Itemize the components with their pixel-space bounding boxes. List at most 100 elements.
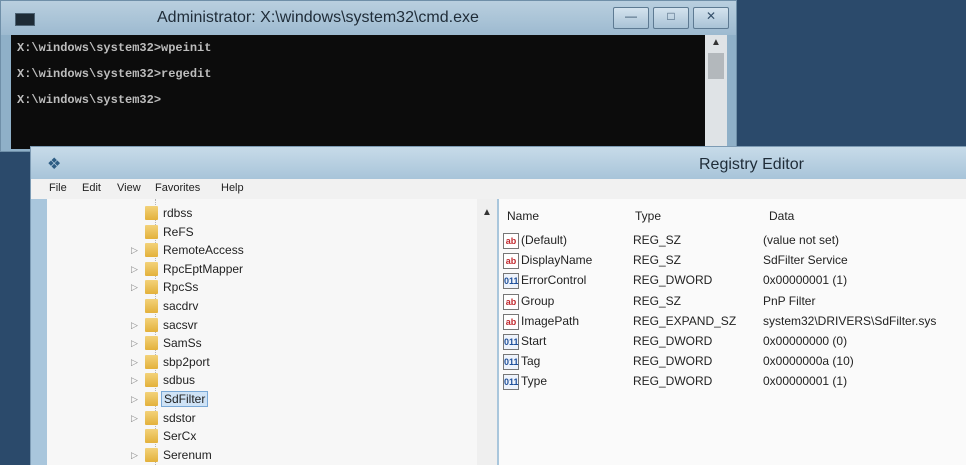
scroll-up-icon[interactable]: ▲ — [705, 37, 727, 48]
string-value-icon: ab — [503, 233, 519, 249]
tree-item-label: Serenum — [163, 447, 212, 462]
folder-icon — [145, 410, 158, 425]
expand-arrow-icon[interactable]: ▷ — [131, 245, 138, 256]
value-data: 0x00000000 (0) — [763, 334, 848, 348]
value-name: ErrorControl — [521, 273, 587, 288]
value-data: (value not set) — [763, 233, 840, 247]
value-name: Start — [521, 334, 547, 348]
tree-item-label: SdFilter — [161, 391, 209, 407]
expand-arrow-icon[interactable]: ▷ — [131, 413, 138, 424]
value-type: REG_SZ — [633, 293, 682, 308]
value-name: Type — [521, 374, 548, 389]
tree-item-label: sdbus — [163, 373, 196, 388]
tree-item-label: sacdrv — [163, 299, 199, 313]
binary-value-icon: 011 — [503, 354, 519, 371]
value-name: ImagePath — [521, 313, 580, 328]
value-data: system32\DRIVERS\SdFilter.sys — [763, 313, 937, 328]
tree-item-label: rdbss — [163, 206, 193, 220]
close-icon: ✕ — [705, 9, 717, 23]
folder-icon — [145, 299, 158, 313]
expand-arrow-icon[interactable]: ▷ — [131, 375, 138, 386]
registry-value-row[interactable]: 011 Start REG_DWORD 0x00000000 (0) — [499, 332, 966, 352]
value-data: 0x00000001 (1) — [763, 374, 848, 389]
column-header-data[interactable]: Data — [769, 209, 794, 223]
console-icon[interactable] — [15, 13, 35, 26]
expand-arrow-icon[interactable]: ▷ — [131, 450, 138, 461]
minimize-button[interactable]: — — [613, 7, 649, 29]
folder-icon — [145, 447, 158, 462]
value-data: PnP Filter — [763, 293, 816, 308]
value-name: (Default) — [521, 233, 568, 247]
folder-icon — [145, 280, 158, 295]
binary-value-icon: 011 — [503, 374, 519, 391]
string-value-icon: ab — [503, 293, 519, 310]
folder-icon — [145, 224, 158, 239]
folder-icon — [145, 373, 158, 388]
console-scrollbar[interactable]: ▲ — [705, 35, 727, 149]
folder-icon — [145, 206, 158, 220]
cmd-window: Administrator: X:\windows\system32\cmd.e… — [0, 0, 737, 152]
menu-favorites[interactable]: Favorites — [155, 182, 200, 194]
value-type: REG_DWORD — [633, 374, 713, 389]
menu-file[interactable]: File — [49, 182, 67, 194]
value-type: REG_DWORD — [633, 273, 713, 288]
column-header-name[interactable]: Name — [507, 209, 539, 223]
registry-value-row[interactable]: 011 Type REG_DWORD 0x00000001 (1) — [499, 372, 966, 392]
expand-arrow-icon[interactable]: ▷ — [131, 394, 138, 405]
expand-arrow-icon[interactable]: ▷ — [131, 338, 138, 349]
expand-arrow-icon[interactable]: ▷ — [131, 320, 138, 331]
registry-value-row[interactable]: 011 Tag REG_DWORD 0x0000000a (10) — [499, 352, 966, 372]
regedit-titlebar[interactable]: ❖ Registry Editor — [31, 147, 966, 179]
scroll-up-icon[interactable]: ▲ — [477, 207, 497, 218]
column-header-type[interactable]: Type — [635, 209, 661, 223]
tree-item-label: SamSs — [163, 336, 202, 351]
registry-value-row[interactable]: ab ImagePath REG_EXPAND_SZ system32\DRIVERS… — [499, 312, 966, 332]
scroll-thumb[interactable] — [708, 53, 724, 79]
tree-item-label: sdstor — [163, 410, 196, 425]
regedit-window-title: Registry Editor — [699, 156, 804, 173]
value-type: REG_SZ — [633, 233, 682, 247]
values-pane[interactable]: Name Type Data ab (Default) REG_SZ (value n… — [499, 199, 966, 465]
value-name: Tag — [521, 354, 541, 369]
maximize-button[interactable]: □ — [653, 7, 689, 29]
registry-value-row[interactable]: ab (Default) REG_SZ (value not set) — [499, 231, 966, 251]
menu-bar: File Edit View Favorites Help — [31, 179, 966, 199]
registry-value-row[interactable]: 011 ErrorControl REG_DWORD 0x00000001 (1) — [499, 271, 966, 291]
value-data: 0x0000000a (10) — [763, 354, 854, 369]
folder-icon — [145, 261, 158, 276]
value-type: REG_SZ — [633, 253, 682, 268]
expand-arrow-icon[interactable]: ▷ — [131, 264, 138, 275]
tree-scrollbar[interactable]: ▲ — [477, 199, 497, 465]
binary-value-icon: 011 — [503, 334, 519, 350]
value-data: 0x00000001 (1) — [763, 273, 848, 288]
menu-help[interactable]: Help — [221, 182, 244, 194]
console-output[interactable]: X:\windows\system32>wpeinit X:\windows\s… — [11, 35, 705, 149]
console-prompt[interactable]: X:\windows\system32> — [11, 87, 705, 113]
folder-icon — [145, 336, 158, 351]
registry-editor-window: ❖ Registry Editor File Edit View Favorit… — [30, 146, 966, 465]
value-name: Group — [521, 293, 555, 308]
value-type: REG_EXPAND_SZ — [633, 313, 737, 328]
string-value-icon: ab — [503, 253, 519, 270]
binary-value-icon: 011 — [503, 273, 519, 290]
tree-item-label: RemoteAccess — [163, 243, 244, 258]
console-line: X:\windows\system32>regedit — [17, 67, 212, 81]
minimize-icon: — — [625, 9, 637, 23]
expand-arrow-icon[interactable]: ▷ — [131, 357, 138, 368]
menu-view[interactable]: View — [117, 182, 141, 194]
expand-arrow-icon[interactable]: ▷ — [131, 282, 138, 293]
menu-edit[interactable]: Edit — [82, 182, 101, 194]
registry-tree[interactable]: rdbss ReFS ▷ RemoteAccess ▷ RpcEptMapper ▷ RpcS… — [47, 199, 496, 465]
cmd-titlebar[interactable]: Administrator: X:\windows\system32\cmd.e… — [1, 1, 736, 35]
folder-icon — [145, 429, 158, 444]
value-name: DisplayName — [521, 253, 593, 268]
value-type: REG_DWORD — [633, 334, 713, 348]
registry-value-row[interactable]: ab DisplayName REG_SZ SdFilter Service — [499, 251, 966, 271]
close-button[interactable]: ✕ — [693, 7, 729, 29]
tree-item-label: RpcSs — [163, 280, 199, 295]
folder-icon — [145, 243, 158, 258]
registry-value-row[interactable]: ab Group REG_SZ PnP Filter — [499, 292, 966, 312]
registry-editor-icon[interactable]: ❖ — [47, 157, 61, 173]
tree-guide-line — [155, 199, 157, 465]
tree-item-label: RpcEptMapper — [163, 261, 244, 276]
